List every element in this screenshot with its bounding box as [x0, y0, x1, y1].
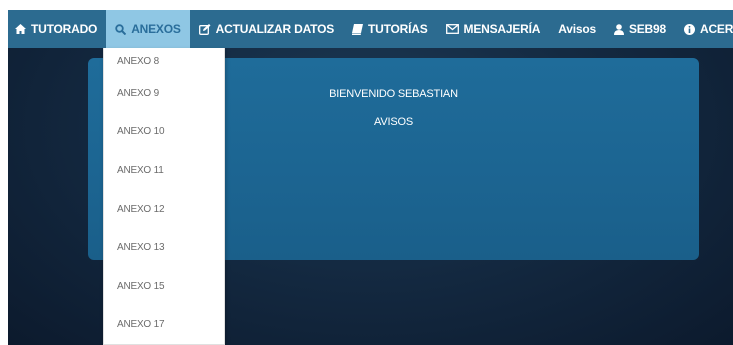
- nav-item-anexos[interactable]: ANEXOS: [106, 10, 190, 48]
- nav-item-acerca-de[interactable]: ACERCA DE: [675, 10, 733, 48]
- nav-item-tutorias[interactable]: TUTORÍAS: [343, 10, 437, 48]
- app-frame: TUTORADO ANEXOS ACTUALIZAR DATOS TUTORÍA…: [8, 10, 733, 345]
- nav-item-label: Avisos: [558, 22, 596, 36]
- dropdown-item-anexo-17[interactable]: ANEXO 17: [104, 306, 224, 345]
- dropdown-item-anexo-8[interactable]: ANEXO 8: [104, 48, 224, 74]
- nav-item-label: ACERCA DE: [699, 22, 733, 36]
- nav-item-tutorado[interactable]: TUTORADO: [8, 10, 106, 48]
- nav-item-label: ANEXOS: [131, 22, 181, 36]
- nav-item-avisos[interactable]: Avisos: [549, 10, 605, 48]
- nav-item-label: SEB98: [628, 22, 666, 36]
- nav-item-label: MENSAJERÍA: [463, 22, 541, 36]
- nav-item-actualizar-datos[interactable]: ACTUALIZAR DATOS: [190, 10, 343, 48]
- dropdown-item-anexo-11[interactable]: ANEXO 11: [104, 151, 224, 190]
- envelope-icon: [445, 24, 459, 34]
- search-icon: [115, 23, 127, 35]
- home-icon: [15, 24, 26, 34]
- navbar: TUTORADO ANEXOS ACTUALIZAR DATOS TUTORÍA…: [8, 10, 733, 48]
- nav-item-user[interactable]: SEB98: [605, 10, 675, 48]
- user-icon: [613, 23, 624, 35]
- nav-item-label: TUTORADO: [31, 22, 98, 36]
- anexos-dropdown-menu: ANEXO 8 ANEXO 9 ANEXO 10 ANEXO 11 ANEXO …: [103, 48, 225, 345]
- dropdown-item-anexo-12[interactable]: ANEXO 12: [104, 190, 224, 229]
- nav-item-label: ACTUALIZAR DATOS: [215, 22, 335, 36]
- info-icon: [683, 23, 695, 35]
- nav-item-label: TUTORÍAS: [368, 22, 428, 36]
- dropdown-item-anexo-10[interactable]: ANEXO 10: [104, 113, 224, 152]
- dropdown-item-anexo-15[interactable]: ANEXO 15: [104, 267, 224, 306]
- dropdown-item-anexo-9[interactable]: ANEXO 9: [104, 74, 224, 113]
- edit-icon: [198, 23, 211, 35]
- dropdown-item-anexo-13[interactable]: ANEXO 13: [104, 228, 224, 267]
- nav-item-mensajeria[interactable]: MENSAJERÍA: [437, 10, 550, 48]
- book-icon: [352, 23, 364, 35]
